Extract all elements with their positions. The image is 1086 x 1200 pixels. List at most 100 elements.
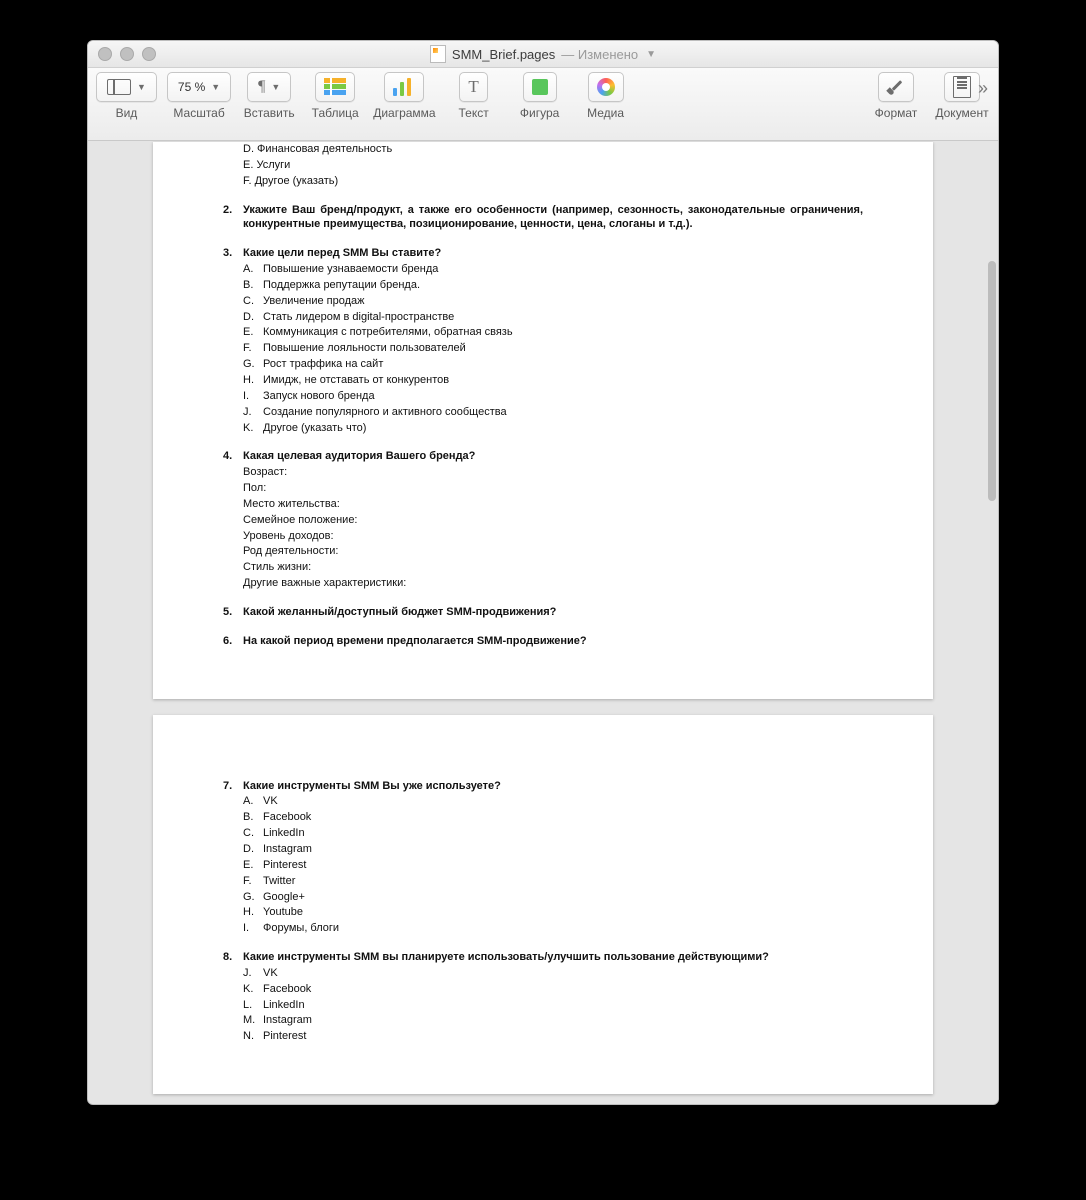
text-button[interactable]: T — [459, 72, 487, 102]
paragraph-icon: ¶ — [258, 78, 265, 96]
insert-button[interactable]: ¶▼ — [247, 72, 291, 102]
list-letter: N. — [243, 1029, 263, 1044]
list-letter: F. — [243, 874, 263, 889]
zoom-icon[interactable] — [142, 47, 156, 61]
list-text: Место жительства: — [243, 497, 340, 512]
list-item: F.Twitter — [243, 874, 863, 889]
chevron-down-icon: ▼ — [271, 82, 280, 92]
media-button[interactable] — [588, 72, 624, 102]
question-5: 5. Какой желанный/доступный бюджет SMM-п… — [223, 605, 863, 620]
view-icon — [107, 79, 131, 95]
list-text: Рост траффика на сайт — [263, 357, 383, 372]
list-item: J.VK — [243, 966, 863, 981]
document-label: Документ — [935, 106, 988, 120]
list-text: Возраст: — [243, 465, 287, 480]
list-item: B.Facebook — [243, 810, 863, 825]
list-item: Пол: — [243, 481, 863, 496]
question-text: Укажите Ваш бренд/продукт, а также его о… — [243, 203, 863, 233]
close-icon[interactable] — [98, 47, 112, 61]
app-window: SMM_Brief.pages — Изменено ▼ ▼ Вид 75 %▼… — [87, 40, 999, 1105]
question-number: 6. — [223, 634, 243, 649]
document-page[interactable]: 7. Какие инструменты SMM Вы уже использу… — [153, 715, 933, 1095]
table-button[interactable] — [315, 72, 355, 102]
list-text: LinkedIn — [263, 998, 305, 1013]
zoom-button[interactable]: 75 %▼ — [167, 72, 231, 102]
list-text: Другие важные характеристики: — [243, 576, 406, 591]
editor-area: D. Финансовая деятельность E. Услуги F. … — [88, 141, 998, 1104]
list-letter: H. — [243, 905, 263, 920]
list-item: H.Youtube — [243, 905, 863, 920]
list-letter: J. — [243, 966, 263, 981]
question-6: 6. На какой период времени предполагаетс… — [223, 634, 863, 649]
list-text: Пол: — [243, 481, 266, 496]
list-letter: C. — [243, 826, 263, 841]
question-text: Какой желанный/доступный бюджет SMM-прод… — [243, 605, 863, 620]
chart-label: Диаграмма — [373, 106, 435, 120]
list-letter: I. — [243, 389, 263, 404]
list-text: Twitter — [263, 874, 295, 889]
tool-zoom: 75 %▼ Масштаб — [167, 72, 231, 120]
list-text: Коммуникация с потребителями, обратная с… — [263, 325, 513, 340]
list-item: I.Запуск нового бренда — [243, 389, 863, 404]
zoom-label: Масштаб — [173, 106, 224, 120]
list-letter: I. — [243, 921, 263, 936]
chart-icon — [393, 78, 415, 96]
list-item: Возраст: — [243, 465, 863, 480]
list-item: N.Pinterest — [243, 1029, 863, 1044]
list-letter: G. — [243, 890, 263, 905]
list-text: Форумы, блоги — [263, 921, 339, 936]
question-text: На какой период времени предполагается S… — [243, 634, 863, 649]
question-7: 7. Какие инструменты SMM Вы уже использу… — [223, 779, 863, 794]
question-number: 4. — [223, 449, 243, 464]
list-item: D.Instagram — [243, 842, 863, 857]
question-number: 7. — [223, 779, 243, 794]
list-letter: D. — [243, 310, 263, 325]
question-8: 8. Какие инструменты SMM вы планируете и… — [223, 950, 863, 965]
chart-button[interactable] — [384, 72, 424, 102]
zoom-value: 75 % — [178, 80, 205, 94]
list-text: Pinterest — [263, 858, 306, 873]
list-item: J.Создание популярного и активного сообщ… — [243, 405, 863, 420]
list-text: Другое (указать что) — [263, 421, 366, 436]
format-label: Формат — [875, 106, 918, 120]
list-text: Pinterest — [263, 1029, 306, 1044]
format-button[interactable] — [878, 72, 914, 102]
view-label: Вид — [116, 106, 138, 120]
list-letter: C. — [243, 294, 263, 309]
list-text: Повышение узнаваемости бренда — [263, 262, 438, 277]
shape-button[interactable] — [523, 72, 557, 102]
list-text: VK — [263, 794, 278, 809]
question-number: 3. — [223, 246, 243, 261]
tool-table: Таблица — [307, 72, 363, 120]
minimize-icon[interactable] — [120, 47, 134, 61]
list-item: F.Повышение лояльности пользователей — [243, 341, 863, 356]
list-item: C.LinkedIn — [243, 826, 863, 841]
overflow-button[interactable]: » — [978, 78, 988, 99]
list-text: Youtube — [263, 905, 303, 920]
list-item: B.Поддержка репутации бренда. — [243, 278, 863, 293]
scroll-view[interactable]: D. Финансовая деятельность E. Услуги F. … — [88, 141, 998, 1104]
list-item: H.Имидж, не отставать от конкурентов — [243, 373, 863, 388]
question-text: Какие инструменты SMM вы планируете испо… — [243, 950, 863, 965]
list-letter: H. — [243, 373, 263, 388]
tool-chart: Диаграмма — [373, 72, 435, 120]
scrollbar-thumb[interactable] — [988, 261, 996, 501]
list-item: F. Другое (указать) — [243, 174, 863, 189]
list-item: Другие важные характеристики: — [243, 576, 863, 591]
list-item: L.LinkedIn — [243, 998, 863, 1013]
view-button[interactable]: ▼ — [96, 72, 157, 102]
list-text: Запуск нового бренда — [263, 389, 375, 404]
document-button[interactable] — [944, 72, 980, 102]
window-title[interactable]: SMM_Brief.pages — Изменено ▼ — [430, 45, 656, 63]
list-text: Увеличение продаж — [263, 294, 365, 309]
list-letter: F. — [243, 341, 263, 356]
modified-label: — Изменено — [561, 47, 638, 62]
document-page[interactable]: D. Финансовая деятельность E. Услуги F. … — [153, 142, 933, 699]
question-number: 8. — [223, 950, 243, 965]
titlebar[interactable]: SMM_Brief.pages — Изменено ▼ — [88, 41, 998, 68]
question-text: Какие цели перед SMM Вы ставите? — [243, 246, 863, 261]
document-pane-icon — [953, 76, 971, 98]
list-text: Стать лидером в digital-пространстве — [263, 310, 454, 325]
list-item: E.Коммуникация с потребителями, обратная… — [243, 325, 863, 340]
list-letter: K. — [243, 421, 263, 436]
